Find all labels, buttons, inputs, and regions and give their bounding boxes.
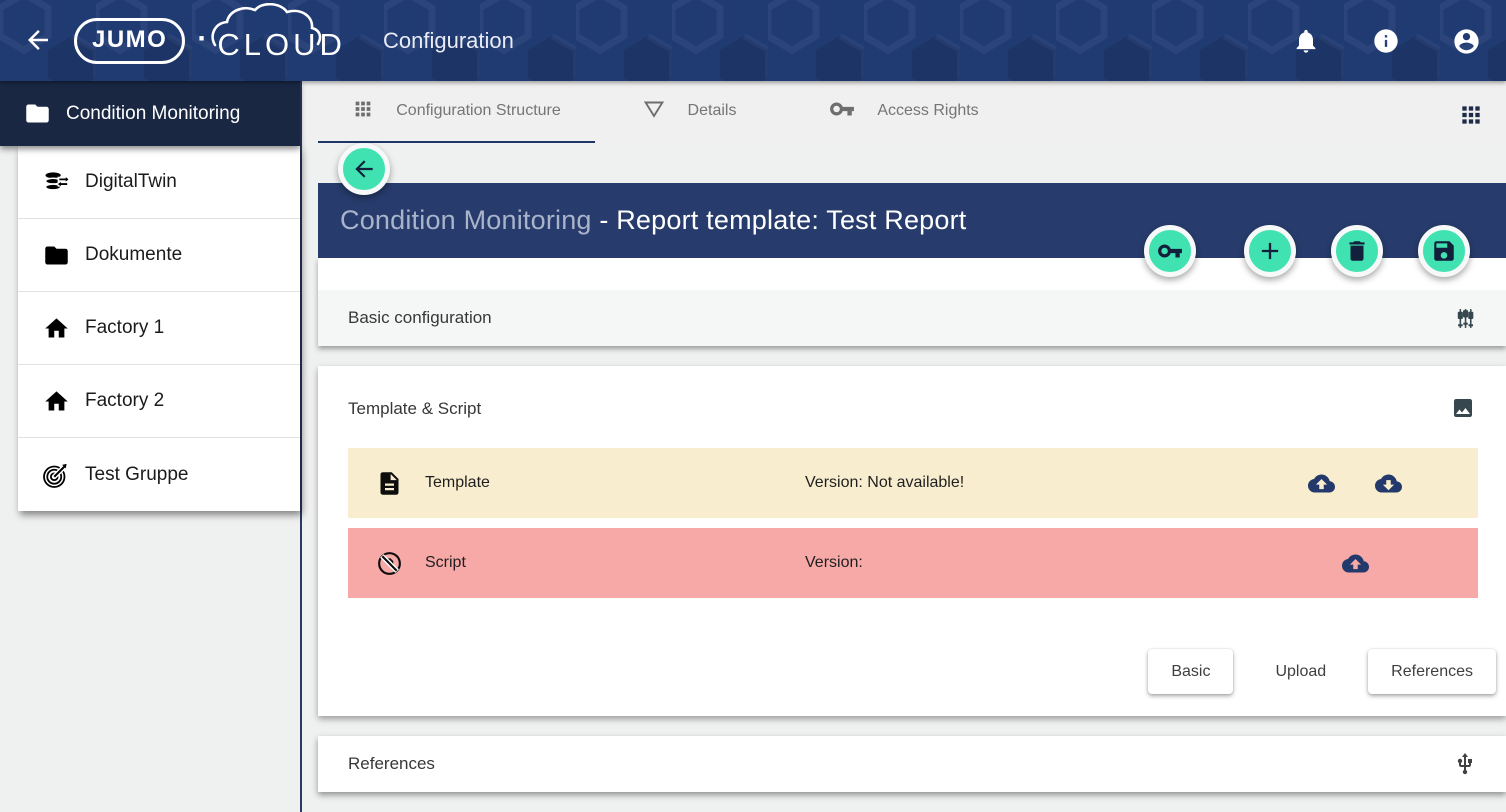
script-off-icon	[376, 550, 403, 577]
file-row-label: Template	[425, 474, 490, 492]
key-icon	[1157, 238, 1183, 264]
save-icon	[1431, 238, 1457, 264]
cloud-upload-icon	[1308, 485, 1335, 500]
section-title: References	[348, 754, 1453, 774]
plus-icon	[1256, 237, 1284, 265]
account-button[interactable]	[1452, 27, 1480, 55]
bell-icon	[1292, 27, 1320, 55]
sidebar-item-digitaltwin[interactable]: DigitalTwin	[18, 146, 300, 219]
save-fab[interactable]	[1418, 225, 1470, 277]
file-version-text: Version:	[805, 554, 863, 572]
tab-access-rights[interactable]: Access Rights	[783, 81, 1025, 143]
entity-title: Condition Monitoring - Report template: …	[340, 205, 967, 236]
entity-header-band: Condition Monitoring - Report template: …	[318, 183, 1506, 258]
digital-twin-icon	[43, 169, 70, 196]
basic-button[interactable]: Basic	[1148, 649, 1233, 694]
logo-separator: ·	[197, 22, 207, 56]
template-script-card: Template & Script Template Version: Not …	[318, 366, 1506, 716]
document-icon	[376, 470, 403, 497]
entity-title-prefix: Condition Monitoring	[340, 205, 592, 235]
arrow-left-icon	[351, 156, 377, 182]
sidebar-item-factory-1[interactable]: Factory 1	[18, 292, 300, 365]
key-icon	[829, 96, 855, 127]
sidebar-item-label: Factory 2	[85, 390, 164, 412]
jumo-cloud-app: JUMO · CLOUD Configuration	[0, 0, 1506, 812]
sidebar-item-test-gruppe[interactable]: Test Gruppe	[18, 438, 300, 511]
triangle-down-icon	[642, 97, 666, 126]
sidebar-item-label: Factory 1	[85, 317, 164, 339]
sidebar-item-label: DigitalTwin	[85, 171, 177, 193]
delete-fab[interactable]	[1331, 225, 1383, 277]
template-script-buttons: Basic Upload References	[1148, 649, 1496, 694]
grid-view-button[interactable]	[1458, 102, 1484, 128]
topbar-actions	[1292, 0, 1480, 81]
references-card[interactable]: References	[318, 736, 1506, 792]
basic-configuration-row[interactable]: Basic configuration	[318, 290, 1506, 346]
basic-configuration-card: Basic configuration	[318, 258, 1506, 346]
cloud-download-button[interactable]	[1375, 470, 1402, 497]
sidebar-nav: DigitalTwin Dokumente Factory 1 Factory …	[18, 146, 300, 511]
info-icon	[1372, 27, 1400, 55]
sidebar-header-label: Condition Monitoring	[66, 103, 240, 125]
folder-icon	[24, 100, 51, 127]
sidebar-item-label: Dokumente	[85, 244, 182, 266]
apps-grid-icon	[1458, 116, 1484, 131]
jumo-cloud-logo: JUMO · CLOUD	[74, 0, 346, 81]
script-file-row: Script Version:	[348, 528, 1478, 598]
tab-label: Access Rights	[877, 102, 978, 120]
home-icon	[43, 388, 70, 415]
access-rights-fab[interactable]	[1144, 225, 1196, 277]
upload-button[interactable]: Upload	[1252, 649, 1349, 694]
file-version-text: Version: Not available!	[805, 474, 964, 492]
target-icon	[43, 461, 70, 488]
notifications-button[interactable]	[1292, 27, 1320, 55]
jumo-logo-badge: JUMO	[74, 18, 185, 64]
section-title: Template & Script	[348, 399, 1451, 419]
tab-configuration-structure[interactable]: Configuration Structure	[318, 81, 595, 143]
cloud-logo-wordmark: CLOUD	[217, 19, 346, 63]
template-script-header[interactable]: Template & Script	[348, 396, 1476, 421]
sliders-icon	[1453, 306, 1478, 331]
top-app-bar: JUMO · CLOUD Configuration	[0, 0, 1506, 81]
cloud-upload-button[interactable]	[1342, 550, 1369, 577]
entity-title-main: - Report template: Test Report	[592, 205, 967, 235]
sidebar-item-label: Test Gruppe	[85, 464, 189, 486]
info-button[interactable]	[1372, 27, 1400, 55]
sidebar-item-dokumente[interactable]: Dokumente	[18, 219, 300, 292]
back-button[interactable]	[20, 23, 56, 59]
page-title: Configuration	[383, 0, 514, 81]
navigate-back-fab[interactable]	[338, 143, 390, 195]
usb-icon	[1453, 752, 1478, 777]
file-row-actions	[1342, 528, 1478, 598]
sidebar-item-factory-2[interactable]: Factory 2	[18, 365, 300, 438]
home-icon	[43, 315, 70, 342]
tab-bar: Configuration Structure Details Access R…	[302, 81, 1506, 143]
cloud-upload-icon	[1342, 565, 1369, 580]
trash-icon	[1344, 238, 1370, 264]
grid-dots-icon	[352, 98, 374, 125]
cloud-upload-button[interactable]	[1308, 470, 1335, 497]
tab-details[interactable]: Details	[595, 81, 783, 143]
sidebar-group-header[interactable]: Condition Monitoring	[0, 81, 300, 146]
image-icon	[1451, 396, 1476, 421]
account-icon	[1452, 27, 1480, 56]
arrow-left-icon	[23, 43, 53, 58]
section-title: Basic configuration	[348, 308, 1453, 328]
references-button[interactable]: References	[1368, 649, 1496, 694]
folder-icon	[43, 242, 70, 269]
sidebar-main-divider	[300, 81, 302, 812]
cloud-download-icon	[1375, 485, 1402, 500]
tab-label: Details	[688, 102, 737, 120]
add-fab[interactable]	[1244, 225, 1296, 277]
template-file-row: Template Version: Not available!	[348, 448, 1478, 518]
tab-label: Configuration Structure	[396, 102, 561, 120]
file-row-actions	[1308, 448, 1478, 518]
file-row-label: Script	[425, 554, 466, 572]
